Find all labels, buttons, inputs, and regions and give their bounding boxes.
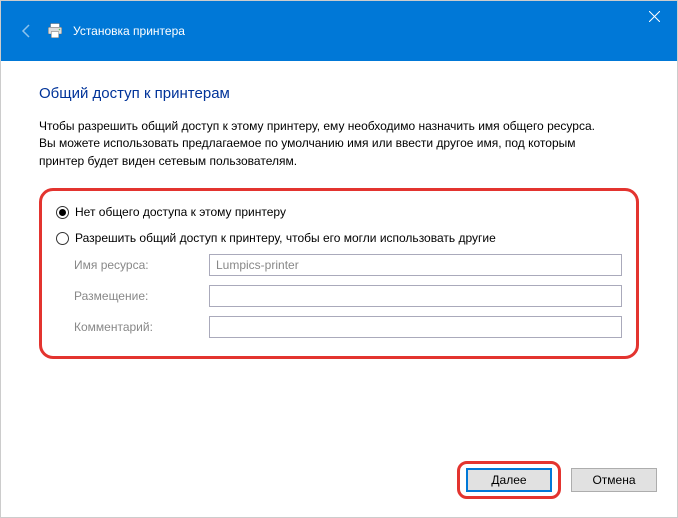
window-title: Установка принтера bbox=[73, 24, 185, 38]
resource-name-row: Имя ресурса: bbox=[74, 254, 622, 276]
location-label: Размещение: bbox=[74, 289, 209, 303]
radio-icon bbox=[56, 232, 69, 245]
printer-icon bbox=[45, 21, 65, 41]
resource-name-input[interactable] bbox=[209, 254, 622, 276]
location-row: Размещение: bbox=[74, 285, 622, 307]
sharing-options-group: Нет общего доступа к этому принтеру Разр… bbox=[39, 188, 639, 359]
location-input[interactable] bbox=[209, 285, 622, 307]
comment-label: Комментарий: bbox=[74, 320, 209, 334]
back-arrow-icon[interactable] bbox=[15, 19, 39, 43]
page-heading: Общий доступ к принтерам bbox=[39, 85, 639, 102]
comment-input[interactable] bbox=[209, 316, 622, 338]
footer-buttons: Далее Отмена bbox=[457, 461, 657, 499]
next-button-highlight: Далее bbox=[457, 461, 561, 499]
content-area: Общий доступ к принтерам Чтобы разрешить… bbox=[1, 61, 677, 359]
radio-no-sharing-label: Нет общего доступа к этому принтеру bbox=[75, 205, 286, 219]
page-description: Чтобы разрешить общий доступ к этому при… bbox=[39, 118, 599, 170]
radio-allow-sharing[interactable]: Разрешить общий доступ к принтеру, чтобы… bbox=[56, 231, 622, 245]
radio-icon bbox=[56, 206, 69, 219]
next-button[interactable]: Далее bbox=[466, 468, 552, 492]
close-icon[interactable] bbox=[631, 1, 677, 31]
comment-row: Комментарий: bbox=[74, 316, 622, 338]
radio-no-sharing[interactable]: Нет общего доступа к этому принтеру bbox=[56, 205, 622, 219]
titlebar: Установка принтера bbox=[1, 1, 677, 61]
resource-name-label: Имя ресурса: bbox=[74, 258, 209, 272]
radio-allow-sharing-label: Разрешить общий доступ к принтеру, чтобы… bbox=[75, 231, 496, 245]
cancel-button[interactable]: Отмена bbox=[571, 468, 657, 492]
